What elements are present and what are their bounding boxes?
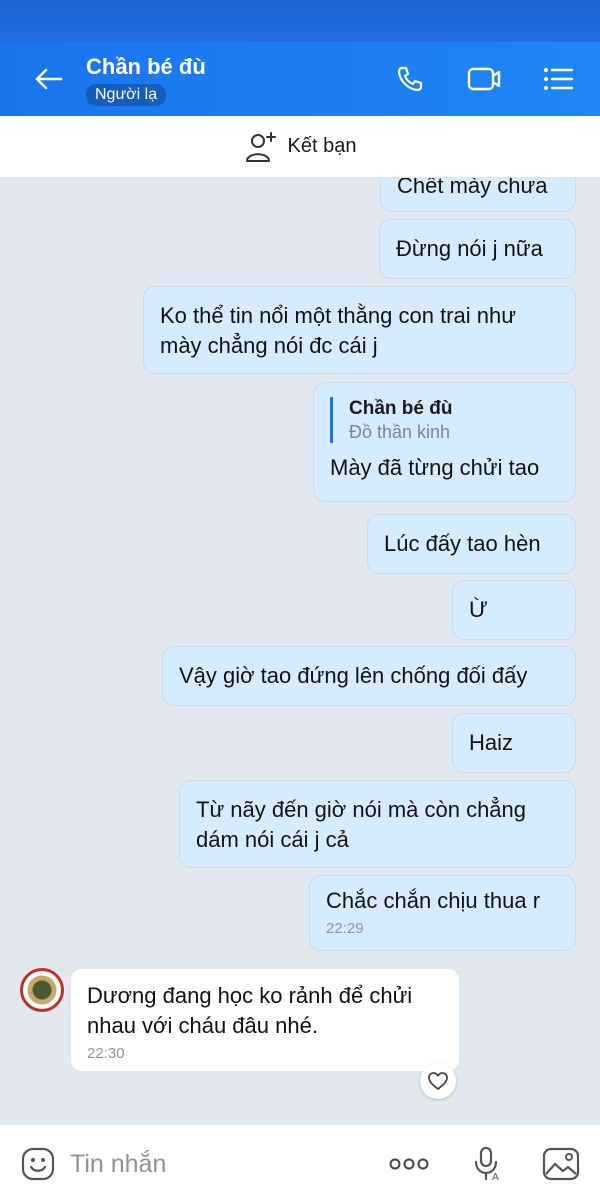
back-button[interactable] <box>30 64 66 94</box>
avatar[interactable] <box>20 968 64 1012</box>
svg-text:A: A <box>492 1172 499 1182</box>
more-button[interactable] <box>386 1145 432 1183</box>
video-camera-icon <box>467 67 501 91</box>
arrow-left-icon <box>35 68 63 90</box>
message-bubble[interactable]: Haiz <box>452 713 576 773</box>
chat-header: Chần bé đù Người lạ <box>0 42 600 116</box>
message-text: Dương đang học ko rảnh để chửi nhau với … <box>87 983 413 1038</box>
image-button[interactable] <box>540 1145 582 1183</box>
stranger-badge: Người lạ <box>86 84 167 106</box>
add-friend-bar[interactable]: Kết bạn <box>0 116 600 178</box>
message-timestamp: 22:29 <box>326 920 364 937</box>
message-text: Ừ <box>469 597 488 622</box>
message-text: Chết mày chưa <box>397 178 548 198</box>
message-list[interactable]: Chết mày chưa Đừng nói j nữa Ko thể tin … <box>0 178 600 1124</box>
contact-name[interactable]: Chần bé đù <box>86 54 206 80</box>
quoted-text: Đồ thần kinh <box>349 422 451 442</box>
emoji-button[interactable] <box>18 1145 58 1183</box>
message-text: Lúc đấy tao hèn <box>384 531 541 556</box>
message-timestamp: 22:30 <box>87 1045 125 1062</box>
message-bubble-reply[interactable]: Chần bé đù Đồ thần kinh Mày đã từng chửi… <box>313 382 576 502</box>
message-text: Chắc chắn chịu thua r <box>326 888 541 913</box>
message-text: Vậy giờ tao đứng lên chống đối đấy <box>179 663 528 688</box>
message-text: Haiz <box>469 730 514 755</box>
message-text: Đừng nói j nữa <box>396 236 543 261</box>
phone-icon <box>397 66 423 92</box>
add-user-icon <box>245 131 276 162</box>
menu-button[interactable] <box>540 62 576 96</box>
call-button[interactable] <box>392 62 428 96</box>
image-icon <box>542 1147 580 1181</box>
message-text: Mày đã từng chửi tao <box>330 455 540 480</box>
video-call-button[interactable] <box>466 62 502 96</box>
message-bubble[interactable]: Vậy giờ tao đứng lên chống đối đấy <box>162 646 576 706</box>
message-bubble[interactable]: Ừ <box>452 580 576 640</box>
heart-icon <box>428 1072 448 1090</box>
message-bubble[interactable]: Chết mày chưa <box>380 178 576 212</box>
message-bubble[interactable]: Đừng nói j nữa <box>379 219 576 279</box>
composer-bar: A <box>0 1124 600 1200</box>
message-text: Từ nãy đến giờ nói mà còn chẳng dám nói … <box>196 797 527 852</box>
list-menu-icon <box>544 68 574 90</box>
react-button[interactable] <box>420 1063 456 1099</box>
quoted-message[interactable]: Chần bé đù Đồ thần kinh <box>330 397 559 443</box>
voice-button[interactable]: A <box>470 1145 504 1183</box>
message-bubble[interactable]: Chắc chắn chịu thua r 22:29 <box>309 875 576 951</box>
message-text: Ko thể tin nổi một thằng con trai như mà… <box>160 303 516 358</box>
message-bubble[interactable]: Từ nãy đến giờ nói mà còn chẳng dám nói … <box>179 780 576 868</box>
quoted-sender: Chần bé đù <box>349 398 453 419</box>
mic-icon: A <box>474 1146 499 1182</box>
more-dots-icon <box>389 1158 429 1170</box>
emoji-icon <box>21 1147 55 1181</box>
add-friend-label: Kết bạn <box>287 135 357 157</box>
message-bubble[interactable]: Ko thể tin nổi một thằng con trai như mà… <box>143 286 576 374</box>
status-bar <box>0 0 600 42</box>
message-bubble-incoming[interactable]: Dương đang học ko rảnh để chửi nhau với … <box>70 968 460 1072</box>
message-bubble[interactable]: Lúc đấy tao hèn <box>367 514 576 574</box>
message-input[interactable] <box>70 1147 350 1181</box>
